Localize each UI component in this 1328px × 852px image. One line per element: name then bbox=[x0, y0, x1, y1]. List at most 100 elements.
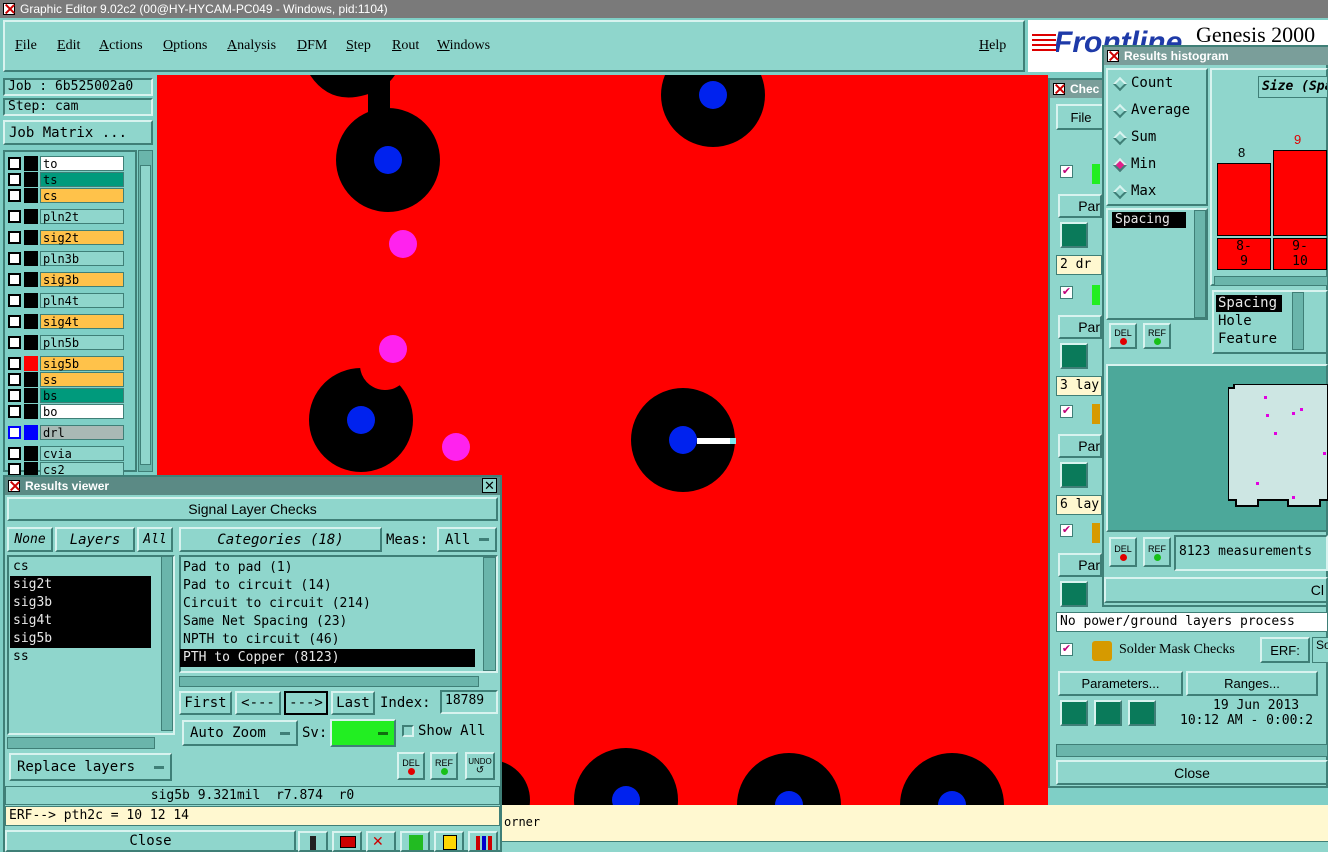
check-params-button[interactable]: Par bbox=[1058, 194, 1102, 218]
next-button[interactable]: ---> bbox=[284, 691, 328, 715]
menu-analysis[interactable]: Analysis bbox=[227, 38, 276, 54]
solder-run-selected-icon[interactable] bbox=[1094, 700, 1122, 726]
layer-color-swatch[interactable] bbox=[24, 172, 38, 187]
histogram-list2-item[interactable]: Hole bbox=[1216, 313, 1282, 330]
rv-layer-item[interactable]: sig3b bbox=[10, 594, 151, 612]
layer-color-swatch[interactable] bbox=[24, 188, 38, 203]
layer-name[interactable]: sig3b bbox=[40, 272, 124, 287]
layer-color-swatch[interactable] bbox=[24, 446, 38, 461]
layer-row-sig4t[interactable]: sig4t bbox=[8, 314, 124, 329]
layer-name[interactable]: ts bbox=[40, 172, 124, 187]
layer-checkbox[interactable] bbox=[8, 252, 21, 265]
sv-color-dropdown[interactable] bbox=[330, 719, 396, 747]
rv-del-button[interactable]: DEL bbox=[397, 752, 425, 780]
histogram-close-icon[interactable] bbox=[1107, 50, 1119, 62]
layer-checkbox[interactable] bbox=[8, 173, 21, 186]
check-run-icon[interactable] bbox=[1060, 462, 1088, 488]
last-button[interactable]: Last bbox=[331, 691, 375, 715]
layer-row-cs[interactable]: cs bbox=[8, 188, 124, 203]
menu-options[interactable]: Options bbox=[163, 38, 207, 54]
layer-checkbox[interactable] bbox=[8, 315, 21, 328]
layer-name[interactable]: pln3b bbox=[40, 251, 124, 266]
check-checkbox[interactable]: ✔ bbox=[1060, 286, 1073, 299]
layer-name[interactable]: sig4t bbox=[40, 314, 124, 329]
layer-row-bs[interactable]: bs bbox=[8, 388, 124, 403]
histogram-list1-scrollbar[interactable] bbox=[1194, 210, 1206, 318]
layer-row-cvia[interactable]: cvia bbox=[8, 446, 124, 461]
histogram-close-button[interactable]: Cl bbox=[1104, 577, 1328, 603]
layer-name[interactable]: drl bbox=[40, 425, 124, 440]
layer-name[interactable]: sig2t bbox=[40, 230, 124, 245]
solder-parameters-button[interactable]: Parameters... bbox=[1058, 671, 1183, 696]
solder-erf-value[interactable]: Sol bbox=[1312, 637, 1328, 663]
layer-name[interactable]: pln5b bbox=[40, 335, 124, 350]
check-checkbox[interactable]: ✔ bbox=[1060, 405, 1073, 418]
tool-icon-5[interactable] bbox=[434, 831, 464, 852]
layer-color-swatch[interactable] bbox=[24, 335, 38, 350]
histogram-list2-scrollbar[interactable] bbox=[1292, 292, 1304, 350]
layer-row-sig2t[interactable]: sig2t bbox=[8, 230, 124, 245]
rv-ref-button[interactable]: REF bbox=[430, 752, 458, 780]
rv-undo-button[interactable]: UNDO ↺ bbox=[465, 752, 495, 780]
histogram-chart-scrollbar[interactable] bbox=[1214, 276, 1328, 286]
rv-layer-vscroll[interactable] bbox=[161, 556, 173, 731]
window-close-icon[interactable] bbox=[3, 3, 15, 15]
layer-row-drl[interactable]: drl bbox=[8, 425, 124, 440]
job-matrix-button[interactable]: Job Matrix ... bbox=[3, 120, 153, 145]
histogram-list1-item[interactable]: Spacing bbox=[1112, 212, 1186, 228]
meas-dropdown[interactable]: All bbox=[437, 527, 497, 552]
category-item[interactable]: PTH to Copper (8123) bbox=[180, 649, 475, 667]
histogram-del-button-2[interactable]: DEL bbox=[1109, 537, 1137, 567]
checklist-scrollbar[interactable] bbox=[1056, 744, 1328, 757]
layer-checkbox[interactable] bbox=[8, 389, 21, 402]
histogram-bin[interactable]: 9- 10 bbox=[1273, 238, 1327, 270]
categories-hscroll[interactable] bbox=[179, 676, 479, 687]
layer-scrollbar[interactable] bbox=[138, 150, 153, 472]
layer-color-swatch[interactable] bbox=[24, 404, 38, 419]
histogram-list2-item[interactable]: Feature bbox=[1216, 331, 1282, 348]
layer-row-bo[interactable]: bo bbox=[8, 404, 124, 419]
layer-name[interactable]: pln4t bbox=[40, 293, 124, 308]
category-item[interactable]: Same Net Spacing (23) bbox=[180, 613, 475, 631]
layer-color-swatch[interactable] bbox=[24, 230, 38, 245]
menu-dfm[interactable]: DFM bbox=[297, 38, 327, 54]
layer-name[interactable]: pln2t bbox=[40, 209, 124, 224]
checklist-close-button[interactable]: Close bbox=[1056, 760, 1328, 785]
check-params-button[interactable]: Par bbox=[1058, 315, 1102, 339]
checklist-file-menu[interactable]: File bbox=[1056, 104, 1106, 130]
layer-row-sig3b[interactable]: sig3b bbox=[8, 272, 124, 287]
layer-row-ts[interactable]: ts bbox=[8, 172, 124, 187]
layer-color-swatch[interactable] bbox=[24, 314, 38, 329]
layer-row-pln2t[interactable]: pln2t bbox=[8, 209, 124, 224]
rv-layer-item[interactable]: sig5b bbox=[10, 630, 151, 648]
tool-icon-3[interactable]: ✕ bbox=[366, 831, 396, 852]
first-button[interactable]: First bbox=[179, 691, 232, 715]
layer-color-swatch[interactable] bbox=[24, 156, 38, 171]
tool-icon-6[interactable] bbox=[468, 831, 498, 852]
layer-color-swatch[interactable] bbox=[24, 372, 38, 387]
layer-color-swatch[interactable] bbox=[24, 356, 38, 371]
tool-icon-2[interactable] bbox=[332, 831, 362, 852]
solder-run-icon[interactable] bbox=[1060, 700, 1088, 726]
check-checkbox[interactable]: ✔ bbox=[1060, 165, 1073, 178]
layer-checkbox[interactable] bbox=[8, 231, 21, 244]
categories-vscroll[interactable] bbox=[483, 557, 496, 671]
layer-checkbox[interactable] bbox=[8, 294, 21, 307]
histogram-bin[interactable]: 8- 9 bbox=[1217, 238, 1271, 270]
layer-checkbox[interactable] bbox=[8, 210, 21, 223]
layer-name[interactable]: cvia bbox=[40, 446, 124, 461]
tool-icon-1[interactable] bbox=[298, 831, 328, 852]
layer-row-sig5b[interactable]: sig5b bbox=[8, 356, 124, 371]
check-checkbox[interactable]: ✔ bbox=[1060, 524, 1073, 537]
menu-help[interactable]: Help bbox=[979, 38, 1006, 54]
menu-file[interactable]: File bbox=[15, 38, 37, 54]
layer-name[interactable]: ss bbox=[40, 372, 124, 387]
layers-button[interactable]: Layers bbox=[55, 527, 135, 552]
menu-rout[interactable]: Rout bbox=[392, 38, 419, 54]
layer-checkbox[interactable] bbox=[8, 189, 21, 202]
replace-layers-dropdown[interactable]: Replace layers bbox=[9, 753, 172, 781]
signal-layer-checks-header[interactable]: Signal Layer Checks bbox=[7, 497, 498, 521]
layer-checkbox[interactable] bbox=[8, 426, 21, 439]
rv-layer-item[interactable]: ss bbox=[10, 648, 151, 666]
solder-ranges-button[interactable]: Ranges... bbox=[1186, 671, 1318, 696]
